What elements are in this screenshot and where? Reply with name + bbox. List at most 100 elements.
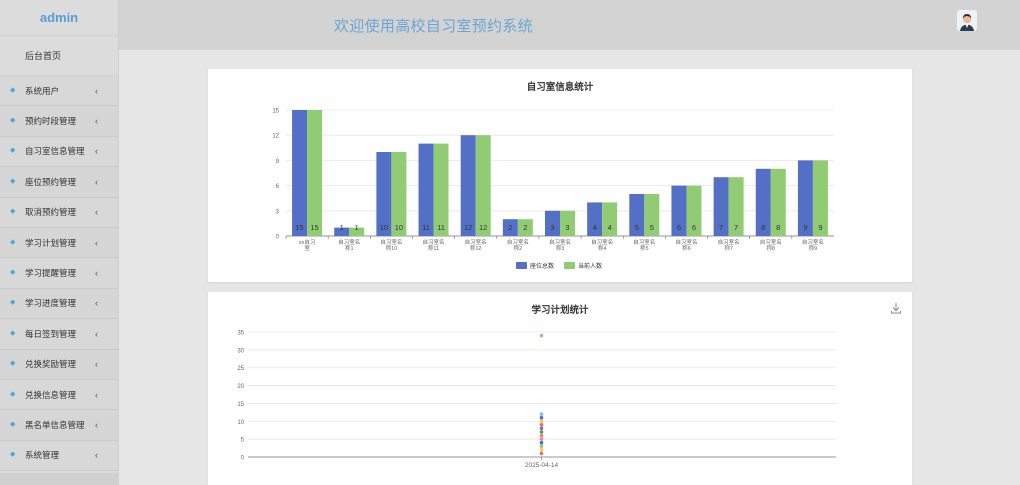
x-tick-label: 称1: [345, 244, 354, 252]
study-plan-stats-card: 学习计划统计 0 5 10 15 20 25 30 35 2025-04-14: [208, 292, 912, 485]
x-tick-label: 室: [304, 244, 310, 252]
chevron-left-icon: ‹: [95, 237, 98, 248]
data-label: 5: [635, 223, 639, 232]
sidebar-menu-item[interactable]: ◆ 系统管理 ‹: [0, 440, 118, 472]
sidebar-item-label: 黑名单信息管理: [25, 419, 85, 430]
data-label: 4: [608, 223, 612, 232]
x-tick-label: 自习室名: [633, 238, 655, 246]
y-tick-label: 15: [237, 402, 244, 408]
scatter-point: [539, 423, 544, 427]
y-tick-label: 9: [276, 159, 280, 165]
chevron-left-icon: ‹: [95, 389, 98, 400]
diamond-icon: ◆: [10, 420, 16, 428]
scatter-point: [539, 415, 544, 420]
data-label: 15: [295, 223, 303, 232]
sidebar-item-label: 学习进度管理: [25, 298, 77, 309]
diamond-icon: ◆: [10, 117, 16, 125]
sidebar-item-label: 兑换信息管理: [25, 389, 77, 400]
brand-logo: admin: [0, 0, 118, 36]
legend-label: 座位总数: [530, 262, 554, 270]
diamond-icon: ◆: [10, 238, 16, 246]
chevron-left-icon: ‹: [95, 298, 98, 309]
data-label: 6: [692, 223, 696, 232]
bar: [307, 110, 323, 236]
sidebar-menu-item[interactable]: ◆ 预约时段管理 ‹: [0, 106, 118, 137]
bar: [292, 110, 308, 236]
sidebar: admin 后台首页 ◆ 系统用户 ‹ ◆ 预约时段管理 ‹ ◆ 自习室信息管理 ‹ ◆ 座位预约管…: [0, 0, 119, 485]
x-tick-label: 自习室名: [423, 238, 445, 246]
chevron-left-icon: ‹: [95, 116, 98, 127]
sidebar-menu-item[interactable]: ◆ 黑名单信息管理 ‹: [0, 410, 118, 441]
scatter-point: [539, 448, 544, 452]
sidebar-menu-item[interactable]: ◆ 座位预约管理 ‹: [0, 167, 118, 198]
y-tick-label: 3: [276, 209, 280, 215]
data-label: 2: [523, 223, 527, 232]
diamond-icon: ◆: [10, 269, 16, 277]
x-tick-label: 自习室名: [338, 238, 360, 246]
y-tick-label: 15: [272, 109, 279, 115]
legend-swatch: [564, 262, 575, 269]
y-tick-label: 0: [276, 235, 280, 241]
data-label: 3: [550, 223, 554, 232]
sidebar-item-label: 系统用户: [25, 85, 60, 96]
x-tick-label: 称11: [428, 244, 439, 252]
x-tick-label: 自习室名: [675, 238, 697, 246]
x-tick-label: 称5: [640, 244, 649, 252]
data-label: 11: [422, 223, 430, 232]
chevron-left-icon: ‹: [95, 419, 98, 430]
sidebar-item-label: 系统管理: [25, 450, 60, 461]
sidebar-menu-item[interactable]: ◆ 学习进度管理 ‹: [0, 288, 118, 320]
data-label: 12: [479, 223, 487, 232]
scatter-point: [539, 419, 544, 424]
x-tick-label: 自习室名: [507, 238, 529, 246]
x-tick-label: 称4: [598, 244, 607, 252]
y-tick-label: 20: [237, 384, 244, 390]
scatter-point: [539, 451, 544, 456]
chevron-left-icon: ‹: [95, 85, 98, 96]
sidebar-menu-item[interactable]: ◆ 兑换奖励管理 ‹: [0, 349, 118, 380]
sidebar-item-label: 自习室信息管理: [25, 146, 85, 157]
scatter-point: [539, 333, 544, 338]
data-label: 15: [310, 223, 318, 232]
sidebar-menu-item[interactable]: ◆ 系统用户 ‹: [0, 76, 118, 107]
scatter-point: [539, 444, 544, 449]
data-label: 7: [719, 223, 723, 232]
x-tick-label: 自习室名: [760, 238, 782, 246]
sidebar-item-label: 座位预约管理: [25, 176, 77, 187]
user-avatar-icon: [957, 10, 977, 31]
x-tick-label: 称7: [724, 244, 733, 252]
y-tick-label: 10: [237, 420, 244, 426]
y-tick-label: 30: [237, 348, 244, 354]
sidebar-footer: [0, 473, 119, 485]
sidebar-item-label: 兑换奖励管理: [25, 359, 77, 370]
y-tick-label: 25: [237, 366, 244, 372]
data-label: 12: [464, 223, 472, 232]
diamond-icon: ◆: [10, 208, 16, 216]
x-tick-label: 称6: [682, 244, 691, 252]
legend-swatch: [516, 262, 527, 269]
sidebar-menu-item[interactable]: ◆ 自习室信息管理 ‹: [0, 136, 118, 168]
sidebar-menu-item[interactable]: ◆ 取消预约管理 ‹: [0, 197, 118, 228]
page-title: 欢迎使用高校自习室预约系统: [334, 18, 533, 35]
chevron-left-icon: ‹: [95, 268, 98, 279]
sidebar-menu-item[interactable]: ◆ 学习提醒管理 ‹: [0, 258, 118, 289]
avatar[interactable]: [957, 10, 977, 31]
data-label: 9: [818, 223, 822, 232]
x-tick-label: 称9: [809, 244, 818, 252]
sidebar-item-label: 学习计划管理: [25, 237, 77, 248]
sidebar-item-home[interactable]: 后台首页: [0, 36, 118, 76]
sidebar-menu-item[interactable]: ◆ 兑换信息管理 ‹: [0, 379, 118, 411]
diamond-icon: ◆: [10, 299, 16, 307]
chevron-left-icon: ‹: [95, 146, 98, 157]
sidebar-menu-item[interactable]: ◆ 每日签到管理 ‹: [0, 319, 118, 350]
diamond-icon: ◆: [10, 147, 16, 155]
diamond-icon: ◆: [10, 177, 16, 185]
y-tick-label: 5: [241, 438, 245, 444]
data-label: 10: [395, 223, 403, 232]
sidebar-item-label: 学习提醒管理: [25, 268, 77, 279]
y-tick-label: 0: [241, 456, 245, 462]
diamond-icon: ◆: [10, 451, 16, 459]
data-label: 4: [593, 223, 597, 232]
sidebar-menu-item[interactable]: ◆ 学习计划管理 ‹: [0, 227, 118, 259]
legend-label: 当前人数: [578, 262, 602, 270]
